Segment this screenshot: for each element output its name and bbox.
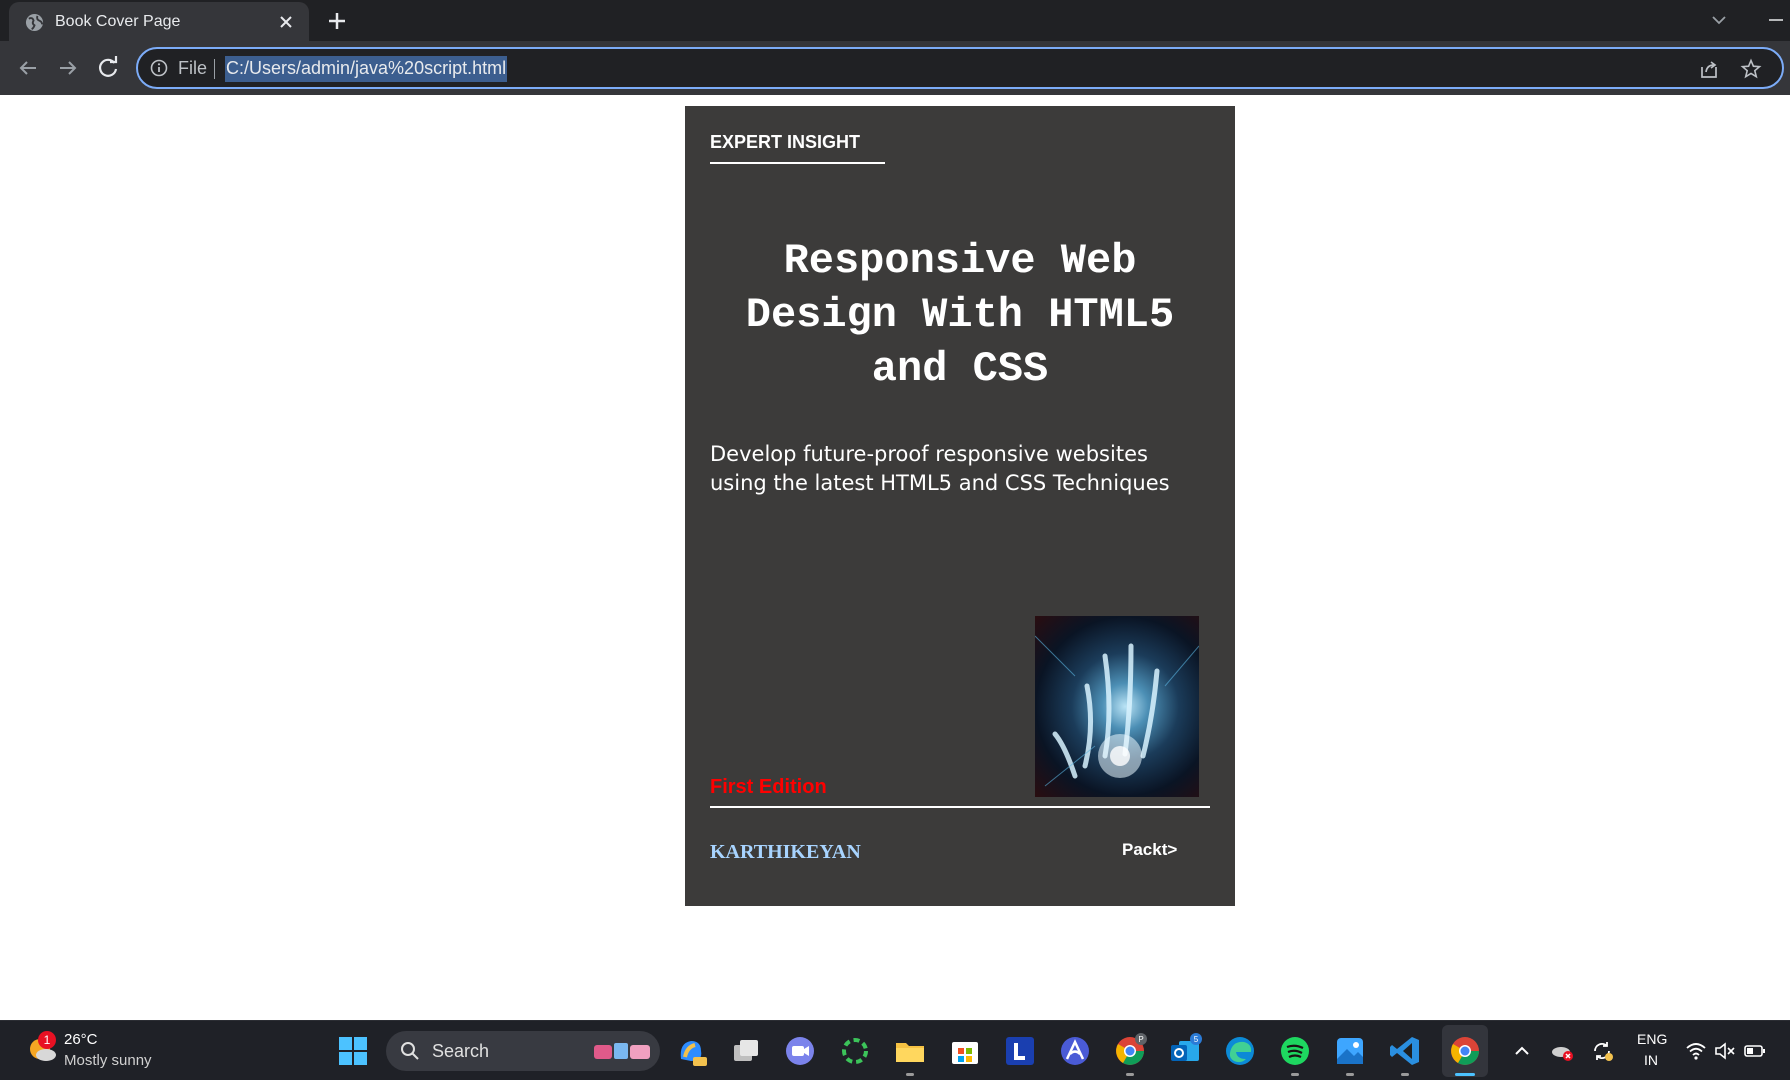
cover-image	[1035, 616, 1199, 797]
edge-icon[interactable]	[1222, 1033, 1258, 1069]
tab-title: Book Cover Page	[55, 13, 181, 30]
book-cover: EXPERT INSIGHT Responsive Web Design Wit…	[685, 106, 1235, 906]
address-bar[interactable]: File C:/Users/admin/java%20script.html	[136, 47, 1784, 89]
volume-muted-icon[interactable]	[1713, 1039, 1737, 1063]
sync-icon[interactable]	[1590, 1039, 1614, 1063]
search-icon	[401, 1042, 419, 1060]
outlook-icon[interactable]: 5	[1167, 1033, 1203, 1069]
file-explorer-icon[interactable]	[892, 1033, 928, 1069]
digital-hand-illustration	[1035, 635, 1199, 787]
language-region[interactable]: IN	[1644, 1052, 1658, 1068]
task-view-icon[interactable]	[728, 1033, 764, 1069]
browser-toolbar: File C:/Users/admin/java%20script.html	[0, 41, 1790, 95]
wifi-icon[interactable]	[1684, 1039, 1708, 1063]
copilot-icon[interactable]	[673, 1033, 709, 1069]
photos-running-indicator	[1346, 1073, 1354, 1076]
chrome-icon[interactable]	[1447, 1033, 1483, 1069]
taskbar-search[interactable]: Search	[386, 1031, 660, 1071]
address-separator	[214, 59, 215, 79]
teams-meet-icon[interactable]	[782, 1033, 818, 1069]
book-subtitle: Develop future-proof responsive websites…	[710, 442, 1170, 495]
series-label: EXPERT INSIGHT	[710, 132, 861, 152]
series-underline	[710, 162, 885, 164]
weather-temperature: 26°C	[64, 1031, 98, 1048]
outlook-badge: 5	[1194, 1035, 1199, 1044]
forward-arrow-icon[interactable]	[54, 54, 82, 82]
loading-app-icon[interactable]	[837, 1033, 873, 1069]
bookmark-star-icon[interactable]	[1740, 58, 1762, 80]
publisher-name: Packt>	[1122, 840, 1178, 859]
chrome-profile-badge: P	[1138, 1035, 1143, 1044]
chevron-down-icon[interactable]	[1708, 10, 1730, 30]
info-icon[interactable]	[150, 59, 168, 77]
spotify-running-indicator	[1291, 1073, 1299, 1076]
edition-label: First Edition	[710, 776, 827, 798]
chrome-active-indicator	[1455, 1073, 1475, 1076]
book-title: Responsive Web Design With HTML5 and CSS	[745, 237, 1175, 393]
photos-icon[interactable]	[1332, 1033, 1368, 1069]
browser-tab-bar: Book Cover Page	[0, 0, 1790, 41]
l-app-icon[interactable]	[1002, 1033, 1038, 1069]
back-arrow-icon[interactable]	[14, 54, 42, 82]
weather-badge: 1	[38, 1031, 56, 1049]
onedrive-error-icon[interactable]	[1550, 1039, 1574, 1063]
globe-icon	[25, 13, 44, 32]
close-tab-icon[interactable]	[277, 13, 295, 31]
windows-taskbar: 1 26°C Mostly sunny Search P 5 ENG IN	[0, 1020, 1790, 1080]
windows-start-icon[interactable]	[338, 1036, 368, 1066]
spotify-icon[interactable]	[1277, 1033, 1313, 1069]
battery-icon[interactable]	[1743, 1039, 1767, 1063]
bottom-divider	[710, 806, 1210, 808]
browser-tab[interactable]: Book Cover Page	[9, 2, 309, 41]
vscode-icon[interactable]	[1387, 1033, 1423, 1069]
new-tab-icon[interactable]	[325, 9, 349, 33]
vscode-running-indicator	[1401, 1073, 1409, 1076]
microsoft-store-icon[interactable]	[947, 1033, 983, 1069]
chrome-profile-icon[interactable]: P	[1112, 1033, 1148, 1069]
arc-app-icon[interactable]	[1057, 1033, 1093, 1069]
file-explorer-running-indicator	[906, 1073, 914, 1076]
reload-icon[interactable]	[94, 54, 122, 82]
chrome-profile-running-indicator	[1126, 1073, 1134, 1076]
weather-condition: Mostly sunny	[64, 1052, 152, 1069]
author-name: KARTHIKEYAN	[710, 841, 861, 863]
chevron-up-icon[interactable]	[1510, 1039, 1534, 1063]
search-highlight-icon	[594, 1043, 650, 1059]
minimize-icon[interactable]	[1764, 10, 1786, 30]
url-text[interactable]: C:/Users/admin/java%20script.html	[225, 56, 508, 82]
share-icon[interactable]	[1698, 58, 1720, 80]
language-code[interactable]: ENG	[1637, 1031, 1667, 1047]
scheme-label: File	[178, 58, 208, 78]
search-label: Search	[432, 1041, 490, 1061]
